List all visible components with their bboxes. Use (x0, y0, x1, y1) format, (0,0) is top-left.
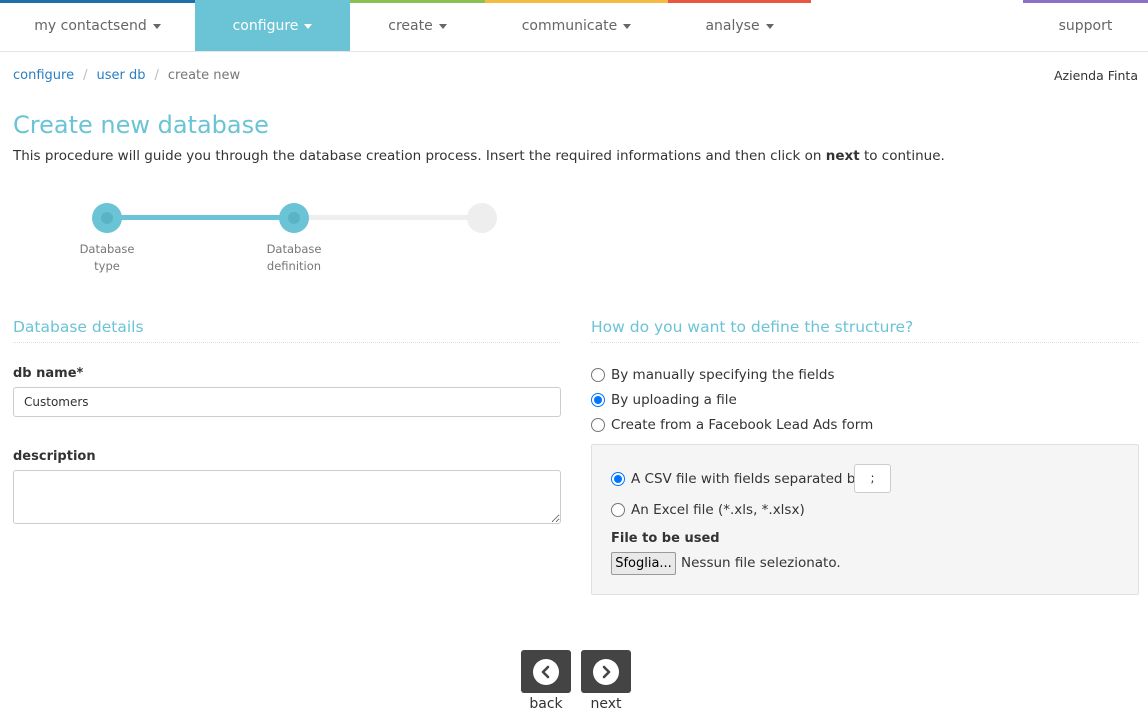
nav-color-bar (668, 0, 811, 3)
nav-color-bar (350, 0, 485, 3)
radio-button[interactable] (611, 503, 625, 517)
step-1-label-line2: type (94, 259, 120, 273)
breadcrumb-configure[interactable]: configure (13, 68, 74, 83)
nav-communicate[interactable]: communicate (485, 0, 668, 51)
option-label: By manually specifying the fields (611, 367, 835, 383)
back-label[interactable]: back (521, 696, 571, 712)
chevron-left-icon (541, 665, 550, 678)
breadcrumb-separator: / (154, 68, 159, 83)
structure-title: How do you want to define the structure? (591, 318, 1139, 343)
breadcrumb-user-db[interactable]: user db (96, 68, 145, 83)
description-textarea[interactable] (13, 470, 561, 524)
database-details-title: Database details (13, 318, 560, 343)
intro-after: to continue. (859, 148, 945, 164)
back-icon-circle (533, 658, 559, 685)
chevron-down-icon (304, 24, 313, 29)
radio-button[interactable] (591, 418, 605, 432)
file-to-use-label: File to be used (611, 531, 720, 546)
option-facebook-lead-ads[interactable]: Create from a Facebook Lead Ads form (591, 417, 873, 433)
file-type-csv[interactable]: A CSV file with fields separated by (611, 471, 863, 487)
db-name-input[interactable] (13, 387, 561, 417)
intro-text: This procedure will guide you through th… (13, 148, 945, 164)
radio-button[interactable] (591, 368, 605, 382)
db-name-label: db name* (13, 366, 84, 381)
nav-support[interactable]: support (1023, 0, 1148, 51)
nav-analyse[interactable]: analyse (668, 0, 811, 51)
browse-file-button[interactable]: Sfoglia... (611, 552, 676, 575)
nav-label: analyse (705, 17, 760, 34)
step-2-label: Database definition (249, 241, 339, 275)
step-line-done (107, 215, 294, 220)
page-title: Create new database (13, 111, 269, 139)
breadcrumb-separator: / (83, 68, 88, 83)
step-line-todo (294, 215, 482, 220)
nav-my-contactsend[interactable]: my contactsend (0, 0, 195, 51)
nav-color-bar (195, 0, 350, 3)
no-file-selected-text: Nessun file selezionato. (681, 555, 841, 571)
nav-label: support (1058, 17, 1113, 34)
step-3-dot (467, 203, 497, 233)
step-1-label: Database type (62, 241, 152, 275)
next-button[interactable] (581, 650, 631, 693)
chevron-down-icon (152, 24, 161, 29)
nav-label: communicate (521, 17, 618, 34)
option-manual-fields[interactable]: By manually specifying the fields (591, 367, 835, 383)
nav-label: my contactsend (34, 17, 147, 34)
file-type-excel[interactable]: An Excel file (*.xls, *.xlsx) (611, 502, 805, 518)
intro-before: This procedure will guide you through th… (13, 148, 826, 164)
chevron-down-icon (623, 24, 632, 29)
intro-bold: next (825, 148, 860, 164)
nav-color-bar (1023, 0, 1148, 3)
file-type-label: A CSV file with fields separated by (631, 471, 864, 487)
file-type-label: An Excel file (*.xls, *.xlsx) (631, 502, 805, 518)
step-2-label-line1: Database (266, 242, 322, 256)
step-2-label-line2: definition (266, 259, 322, 273)
chevron-right-icon (602, 665, 611, 678)
option-upload-file[interactable]: By uploading a file (591, 392, 737, 408)
nav-create[interactable]: create (350, 0, 485, 51)
radio-button-checked[interactable] (591, 393, 605, 407)
next-icon-circle (593, 658, 619, 685)
next-label[interactable]: next (581, 696, 631, 712)
option-label: Create from a Facebook Lead Ads form (611, 417, 874, 433)
breadcrumb-current: create new (167, 68, 241, 83)
nav-label: configure (232, 17, 299, 34)
chevron-down-icon (438, 24, 447, 29)
company-name: Azienda Finta (1053, 68, 1138, 83)
chevron-down-icon (765, 24, 774, 29)
description-label: description (13, 449, 96, 464)
step-1-dot (92, 203, 122, 233)
step-2-dot (279, 203, 309, 233)
nav-configure[interactable]: configure (195, 0, 350, 51)
nav-color-bar (485, 0, 668, 3)
nav-label: create (388, 17, 433, 34)
option-label: By uploading a file (611, 392, 737, 408)
radio-button-checked[interactable] (611, 472, 625, 486)
step-1-label-line1: Database (79, 242, 135, 256)
nav-color-bar (0, 0, 195, 3)
top-navigation: my contactsend configure create communic… (0, 0, 1148, 52)
separator-input[interactable]: ; (854, 464, 891, 493)
breadcrumb: configure / user db / create new (13, 68, 240, 83)
back-button[interactable] (521, 650, 571, 693)
